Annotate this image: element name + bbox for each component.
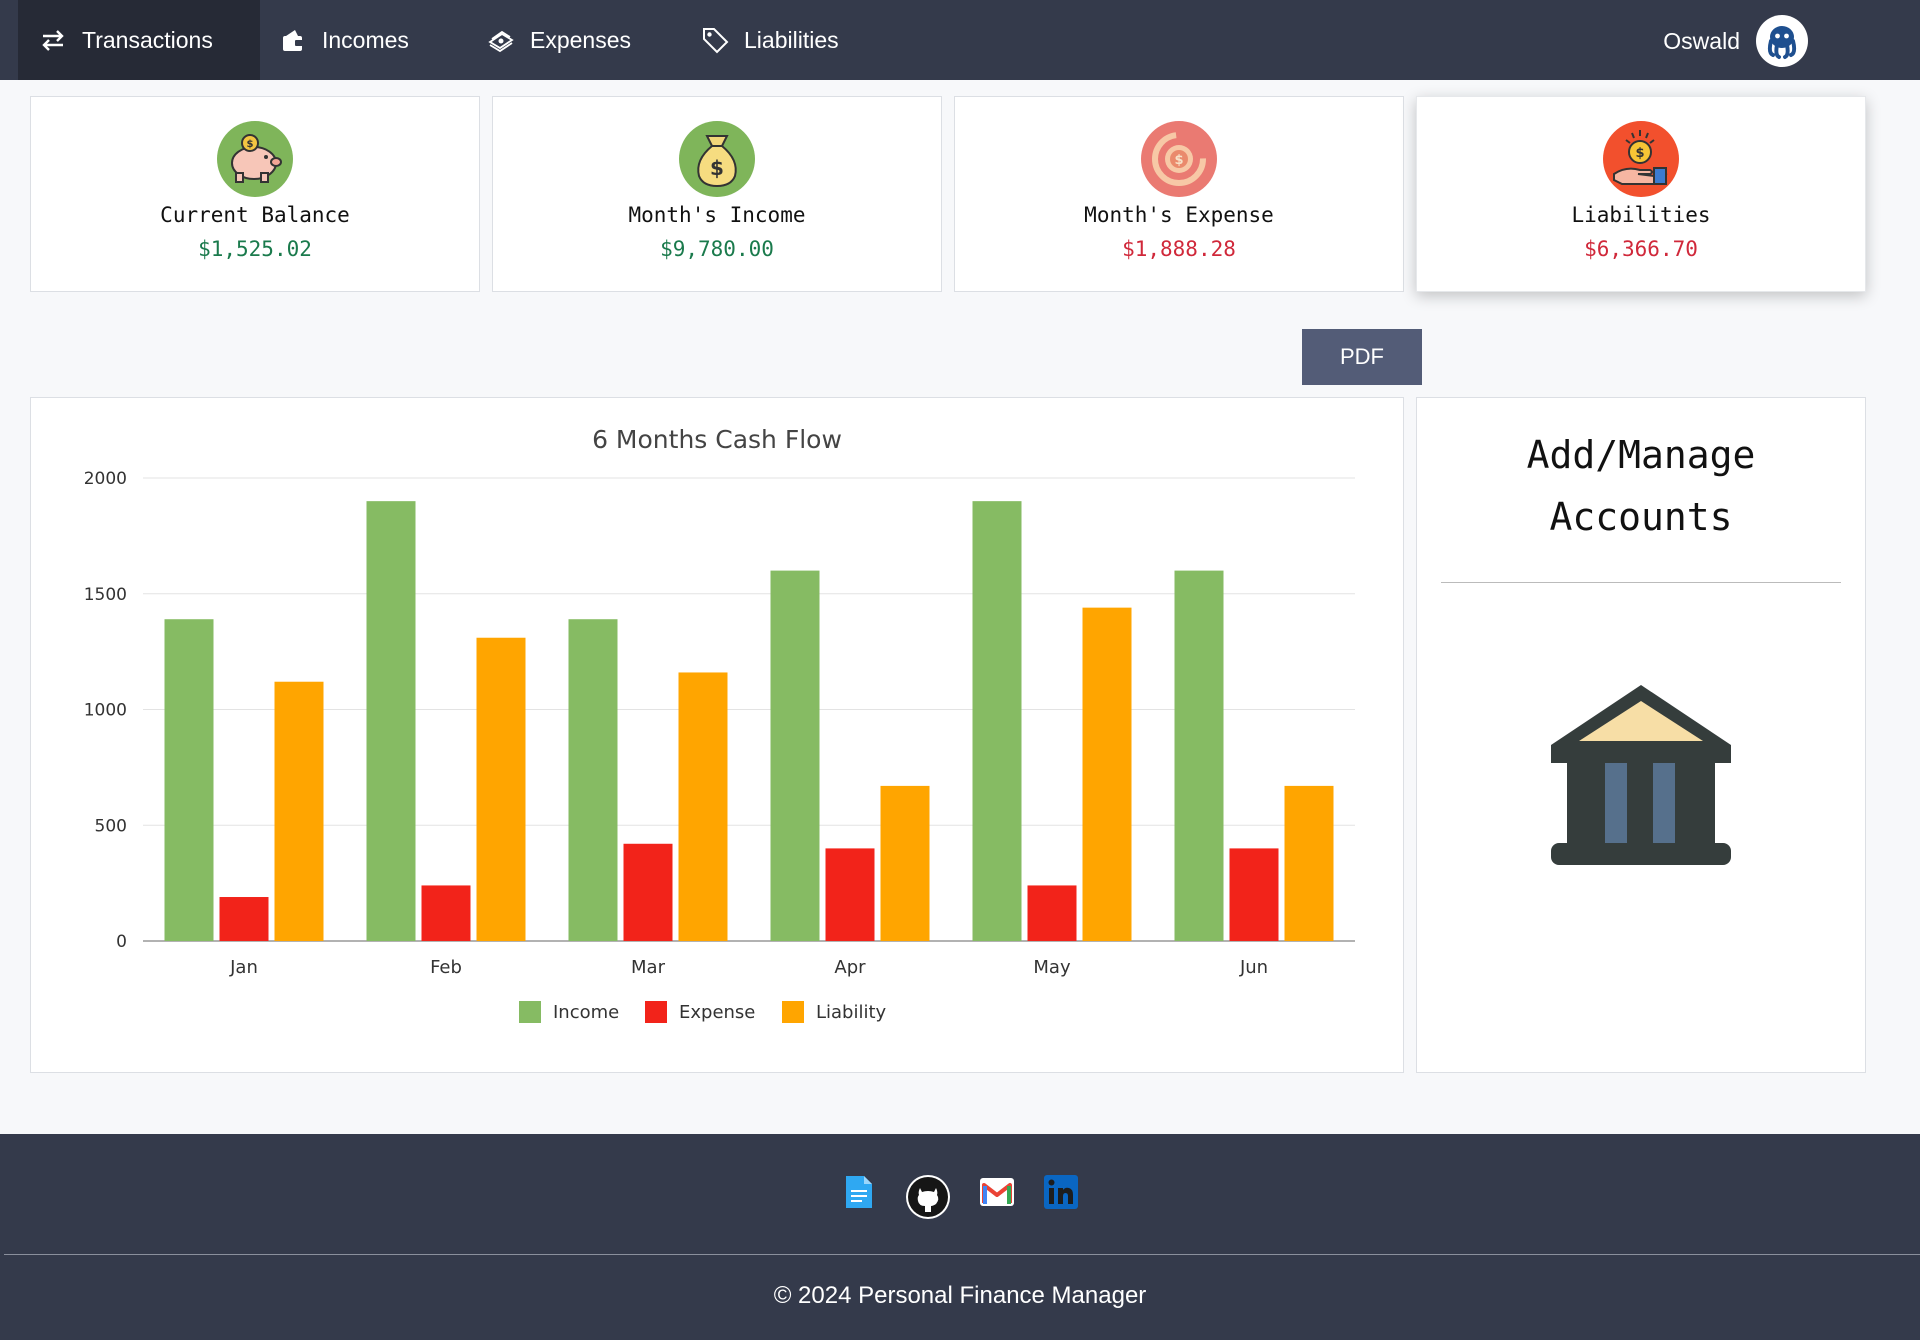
bar-liability-apr[interactable] <box>880 785 930 941</box>
footer: © 2024 Personal Finance Manager <box>0 1134 1920 1342</box>
footer-divider <box>4 1254 1920 1255</box>
card-liabilities[interactable]: $ Liabilities $6,366.70 <box>1416 96 1866 292</box>
card-value: $1,525.02 <box>198 237 312 261</box>
cash-flow-chart-panel: 6 Months Cash Flow 0 500 1000 1500 2000 Jan F… <box>30 397 1404 1073</box>
x-tick-label: Jan <box>229 957 258 978</box>
chart-title: 6 Months Cash Flow <box>592 425 842 454</box>
card-value: $9,780.00 <box>660 237 774 261</box>
legend-label: Expense <box>679 1002 755 1023</box>
y-tick-label: 1000 <box>84 701 127 721</box>
card-current-balance[interactable]: $ Current Balance $1,525.02 <box>30 96 480 292</box>
x-tick-label: Feb <box>430 957 462 978</box>
github-icon[interactable] <box>905 1174 951 1220</box>
legend-swatch <box>519 1001 541 1023</box>
bar-liability-may[interactable] <box>1082 607 1132 941</box>
svg-text:$: $ <box>710 156 724 180</box>
card-label: Current Balance <box>160 203 350 227</box>
user-menu[interactable]: Oswald <box>1663 14 1808 68</box>
bar-liability-jan[interactable] <box>274 681 324 941</box>
hand-coin-icon: $ <box>1603 121 1679 197</box>
linkedin-icon[interactable] <box>1043 1174 1079 1210</box>
octopus-avatar-icon[interactable] <box>1756 15 1808 67</box>
legend-item-income[interactable]: Income <box>519 1001 619 1023</box>
coin-expense-icon: $ <box>1141 121 1217 197</box>
piggy-bank-icon: $ <box>217 121 293 197</box>
y-tick-label: 0 <box>116 932 127 952</box>
card-label: Month's Expense <box>1084 203 1274 227</box>
card-label: Month's Income <box>628 203 806 227</box>
bar-income-apr[interactable] <box>770 570 820 941</box>
price-tag-icon <box>700 25 730 55</box>
y-tick-label: 500 <box>95 816 127 836</box>
bar-expense-jan[interactable] <box>219 897 269 941</box>
legend-swatch <box>645 1001 667 1023</box>
legend-label: Income <box>553 1002 619 1023</box>
accounts-title-line2: Accounts <box>1549 495 1733 539</box>
svg-text:$: $ <box>247 139 254 150</box>
social-links <box>0 1174 1920 1220</box>
nav-label: Liabilities <box>744 26 839 53</box>
bar-liability-feb[interactable] <box>476 637 526 941</box>
nav-label: Incomes <box>322 26 409 53</box>
copyright-text: © 2024 Personal Finance Manager <box>773 1282 1147 1309</box>
x-tick-label: Mar <box>631 957 666 978</box>
card-label: Liabilities <box>1571 203 1711 227</box>
legend-item-liability[interactable]: Liability <box>782 1001 887 1023</box>
accounts-panel[interactable]: Add/Manage Accounts <box>1416 397 1866 1073</box>
user-name: Oswald <box>1663 27 1740 54</box>
bar-liability-mar[interactable] <box>678 672 728 941</box>
bar-expense-mar[interactable] <box>623 843 673 941</box>
nav-incomes[interactable]: Incomes <box>278 0 409 80</box>
bank-building-icon[interactable] <box>1417 683 1865 871</box>
nav-liabilities[interactable]: Liabilities <box>700 0 839 80</box>
nav-expenses[interactable]: Expenses <box>486 0 631 80</box>
pdf-button[interactable]: PDF <box>1302 329 1422 385</box>
card-value: $1,888.28 <box>1122 237 1236 261</box>
bar-income-may[interactable] <box>972 501 1022 941</box>
card-value: $6,366.70 <box>1584 237 1698 261</box>
x-tick-label: Jun <box>1239 957 1268 978</box>
document-icon[interactable] <box>841 1174 877 1210</box>
legend-swatch <box>782 1001 804 1023</box>
money-stack-icon <box>486 25 516 55</box>
bar-income-jun[interactable] <box>1174 570 1224 941</box>
bar-expense-feb[interactable] <box>421 885 471 941</box>
bar-income-jan[interactable] <box>164 619 214 941</box>
nav-label: Expenses <box>530 26 632 53</box>
legend-item-expense[interactable]: Expense <box>645 1001 755 1023</box>
transfer-arrows-icon <box>38 25 68 55</box>
x-tick-label: May <box>1033 957 1071 978</box>
wallet-icon <box>278 25 308 55</box>
accounts-title: Add/Manage Accounts <box>1417 424 1865 548</box>
bar-income-mar[interactable] <box>568 619 618 941</box>
y-tick-label: 2000 <box>84 469 127 489</box>
svg-text:$: $ <box>1635 146 1644 161</box>
bar-expense-may[interactable] <box>1027 885 1077 941</box>
money-bag-icon: $ <box>679 121 755 197</box>
card-month-expense[interactable]: $ Month's Expense $1,888.28 <box>954 96 1404 292</box>
gmail-icon[interactable] <box>979 1174 1015 1210</box>
legend-label: Liability <box>816 1002 887 1023</box>
bar-expense-jun[interactable] <box>1229 848 1279 941</box>
svg-text:$: $ <box>1174 153 1183 168</box>
top-navbar: Transactions Incomes Expenses Liabilitie… <box>0 0 1920 80</box>
x-tick-label: Apr <box>834 957 866 978</box>
cash-flow-chart: 6 Months Cash Flow 0 500 1000 1500 2000 Jan F… <box>84 425 1355 1023</box>
accounts-title-line1: Add/Manage <box>1526 433 1756 477</box>
card-month-income[interactable]: $ Month's Income $9,780.00 <box>492 96 942 292</box>
nav-transactions[interactable]: Transactions <box>18 0 260 80</box>
bar-expense-apr[interactable] <box>825 848 875 941</box>
bar-income-feb[interactable] <box>366 501 416 941</box>
nav-label: Transactions <box>82 26 213 53</box>
y-tick-label: 1500 <box>84 585 127 605</box>
accounts-divider <box>1441 582 1841 583</box>
bar-liability-jun[interactable] <box>1284 785 1334 941</box>
